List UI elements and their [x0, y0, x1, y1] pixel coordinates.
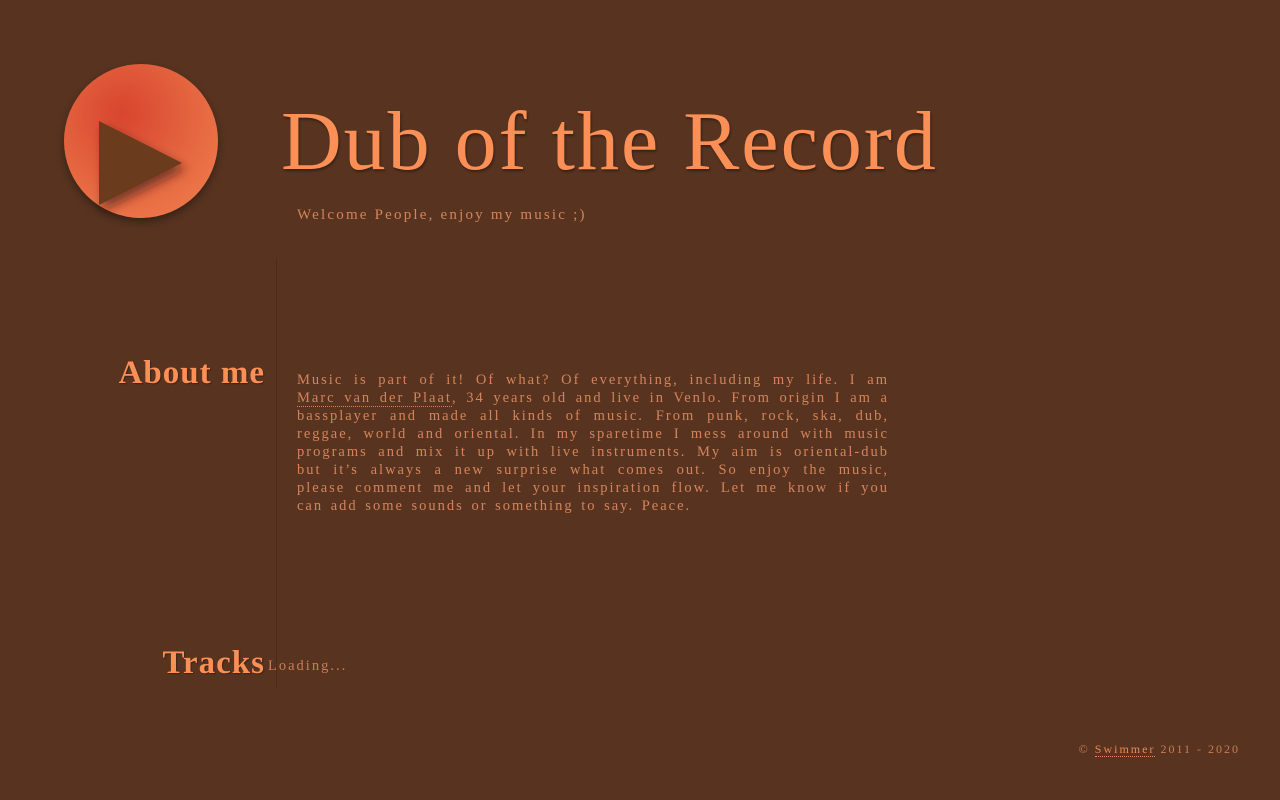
about-text: Music is part of it! Of what? Of everyth… [297, 371, 889, 515]
site-tagline: Welcome People, enjoy my music ;) [297, 207, 587, 223]
vertical-divider [276, 258, 277, 688]
footer-author-link[interactable]: Swimmer [1094, 742, 1156, 757]
copyright-symbol: © [1078, 742, 1090, 756]
footer: © Swimmer 2011 - 2020 [1079, 742, 1240, 757]
author-name-link[interactable]: Marc van der Plaat [297, 390, 452, 407]
about-text-body: , 34 years old and live in Venlo. From o… [297, 390, 889, 514]
play-button-logo[interactable] [64, 64, 218, 218]
footer-years: 2011 - 2020 [1160, 742, 1240, 756]
tracks-loading-status: Loading... [268, 658, 348, 674]
tracks-heading: Tracks [162, 645, 265, 681]
play-icon [99, 121, 182, 205]
about-heading: About me [118, 355, 265, 391]
site-title: Dub of the Record [281, 95, 938, 188]
about-text-intro: Music is part of it! Of what? Of everyth… [297, 372, 889, 388]
